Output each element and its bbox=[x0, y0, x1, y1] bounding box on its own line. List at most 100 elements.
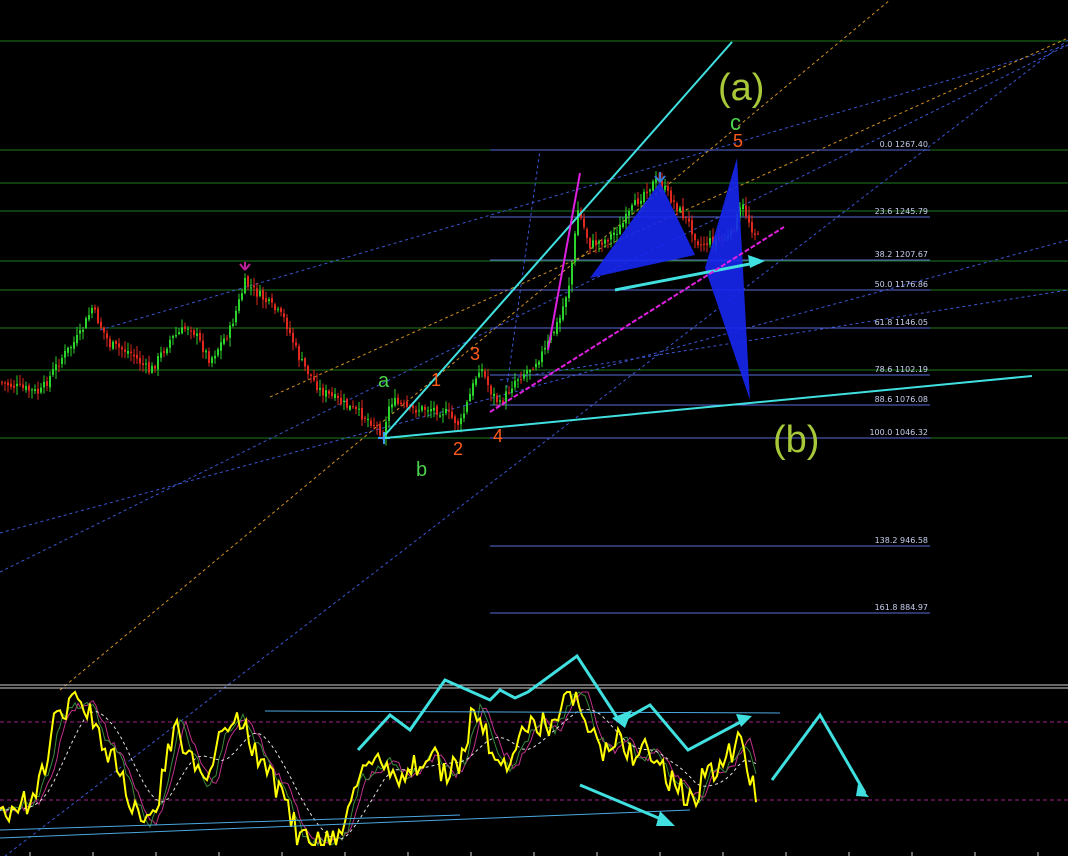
candle-body bbox=[334, 394, 336, 398]
candle-body bbox=[523, 374, 525, 379]
candle-body bbox=[316, 381, 318, 391]
candle-body bbox=[634, 200, 636, 205]
candle-body bbox=[454, 416, 456, 423]
candle-body bbox=[313, 376, 315, 381]
candle-body bbox=[160, 352, 162, 358]
arrow-head bbox=[736, 714, 752, 727]
candle-body bbox=[478, 372, 480, 377]
candle-body bbox=[121, 347, 123, 350]
candle-body bbox=[592, 240, 594, 248]
candle-body bbox=[394, 397, 396, 406]
candle-body bbox=[367, 418, 369, 421]
candle-body bbox=[46, 381, 48, 387]
candle-body bbox=[67, 347, 69, 353]
candle-body bbox=[190, 330, 192, 332]
candle-body bbox=[370, 420, 372, 426]
candle-body bbox=[229, 325, 231, 338]
candle-body bbox=[610, 233, 612, 240]
price-chart: a b c 1 2 3 4 5 (a) (b) 0.0 1267.4023.6 … bbox=[0, 0, 1068, 856]
candle-body bbox=[619, 225, 621, 234]
candle-body bbox=[208, 351, 210, 363]
candle-body bbox=[475, 378, 477, 385]
candle-body bbox=[4, 382, 6, 384]
candle-body bbox=[85, 318, 87, 329]
candle-body bbox=[19, 383, 21, 385]
candle-body bbox=[559, 317, 561, 324]
candle-body bbox=[601, 242, 603, 245]
candle-body bbox=[214, 355, 216, 359]
candle-body bbox=[109, 338, 111, 348]
candle-body bbox=[220, 342, 222, 351]
pattern-triangle bbox=[705, 158, 750, 400]
candle-body bbox=[745, 205, 747, 217]
arrow-head bbox=[656, 811, 675, 826]
candle-body bbox=[40, 387, 42, 393]
candle-body bbox=[307, 365, 309, 375]
candle-body bbox=[82, 329, 84, 332]
candle-body bbox=[361, 407, 363, 420]
candle-body bbox=[400, 402, 402, 405]
candle-body bbox=[673, 200, 675, 202]
candle-body bbox=[421, 406, 423, 411]
oscillator-signal-1 bbox=[0, 691, 757, 847]
candle-body bbox=[253, 285, 255, 288]
candle-body bbox=[88, 315, 90, 320]
channel-line bbox=[504, 149, 541, 401]
candle-body bbox=[514, 380, 516, 388]
fib-level-label: 0.0 1267.40 bbox=[880, 140, 928, 149]
candle-body bbox=[280, 308, 282, 313]
candle-body bbox=[271, 298, 273, 303]
candle-body bbox=[694, 234, 696, 241]
candle-body bbox=[529, 370, 531, 373]
candle-body bbox=[283, 313, 285, 318]
candle-body bbox=[643, 191, 645, 203]
candle-body bbox=[52, 369, 54, 375]
candle-body bbox=[607, 240, 609, 242]
candle-body bbox=[151, 365, 153, 373]
fib-level-label: 50.0 1176.86 bbox=[875, 280, 928, 289]
forecast-zigzag bbox=[619, 703, 749, 752]
candle-body bbox=[742, 204, 744, 210]
candle-body bbox=[595, 240, 597, 246]
candle-body bbox=[328, 390, 330, 394]
fib-level-label: 138.2 946.58 bbox=[875, 536, 928, 545]
wave-label-b: b bbox=[416, 459, 427, 481]
candle-body bbox=[346, 398, 348, 408]
candle-body bbox=[142, 363, 144, 366]
candle-body bbox=[685, 217, 687, 219]
candle-body bbox=[124, 349, 126, 352]
candle-body bbox=[703, 243, 705, 245]
candle-body bbox=[391, 404, 393, 408]
candle-body bbox=[439, 415, 441, 417]
candle-body bbox=[508, 392, 510, 394]
candle-body bbox=[511, 388, 513, 393]
candle-body bbox=[481, 369, 483, 372]
candle-body bbox=[73, 342, 75, 349]
horizontal-grid-lines bbox=[0, 40, 1068, 439]
candle-body bbox=[451, 411, 453, 418]
candle-body bbox=[1, 382, 3, 384]
candle-body bbox=[166, 348, 168, 354]
candle-body bbox=[670, 190, 672, 203]
candle-body bbox=[748, 215, 750, 223]
candle-body bbox=[55, 364, 57, 371]
candle-body bbox=[565, 297, 567, 308]
candle-body bbox=[262, 290, 264, 300]
candle-body bbox=[292, 332, 294, 343]
candle-body bbox=[184, 326, 186, 330]
candle-body bbox=[76, 335, 78, 344]
candle-body bbox=[199, 333, 201, 341]
candle-body bbox=[79, 330, 81, 334]
candle-body bbox=[469, 393, 471, 402]
candle-body bbox=[172, 336, 174, 338]
candle-body bbox=[499, 400, 501, 402]
candle-body bbox=[676, 203, 678, 211]
wave-label-5: 5 bbox=[733, 131, 743, 151]
candle-body bbox=[376, 425, 378, 427]
candle-body bbox=[445, 408, 447, 414]
candle-body bbox=[277, 308, 279, 310]
candle-body bbox=[484, 370, 486, 377]
candle-body bbox=[265, 298, 267, 302]
candle-body bbox=[226, 337, 228, 339]
candle-body bbox=[304, 358, 306, 367]
